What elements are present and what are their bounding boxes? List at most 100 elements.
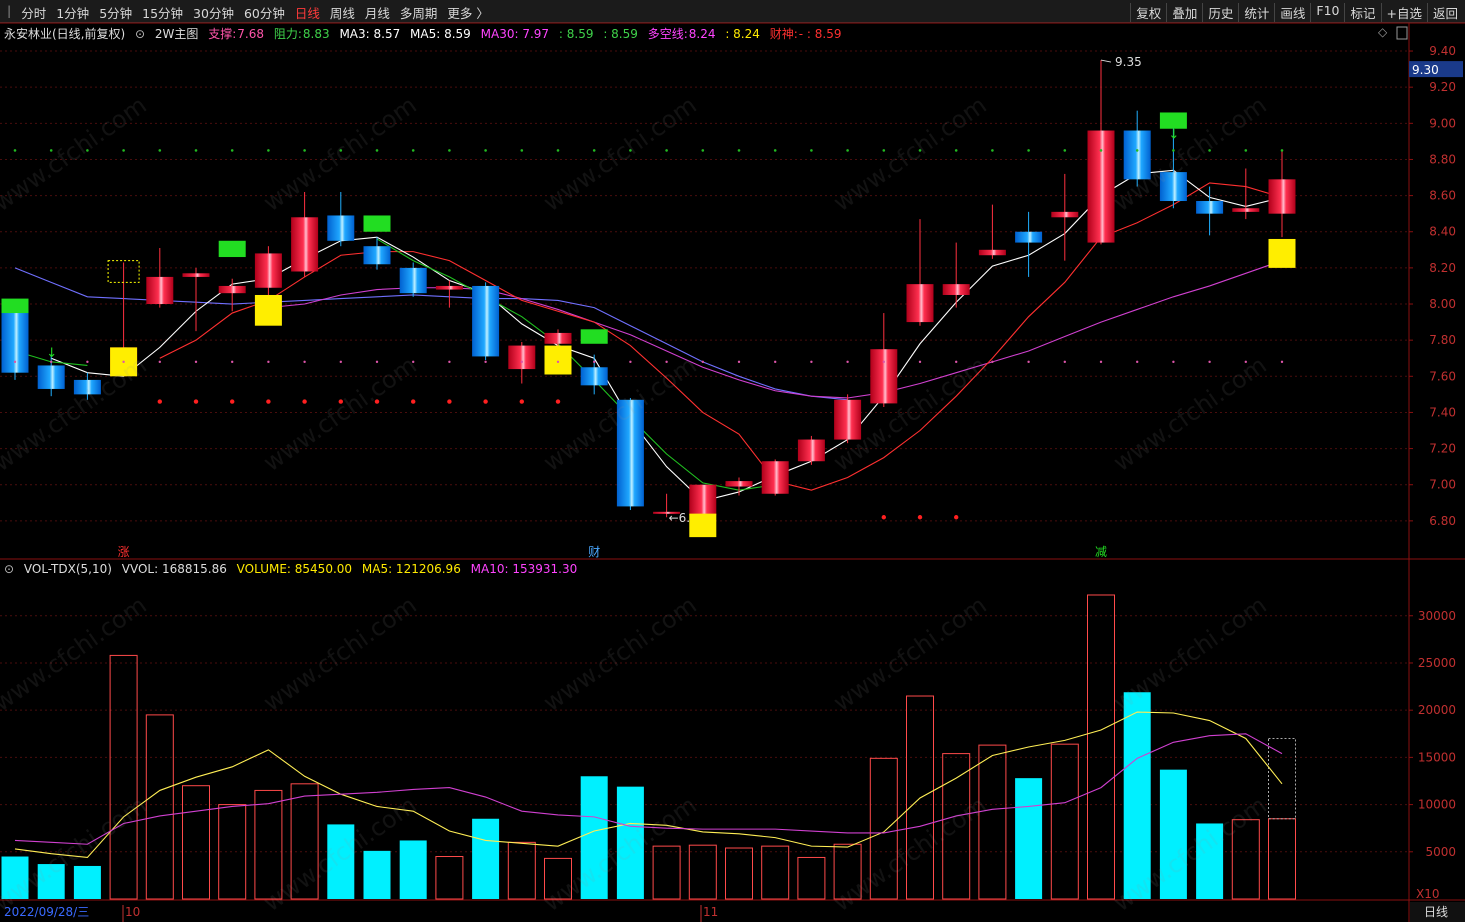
- period-tab-6[interactable]: 日线: [290, 3, 325, 22]
- period-tab-4[interactable]: 30分钟: [188, 3, 239, 22]
- vol-ma10-line: [14, 733, 1283, 845]
- candle-body: [1123, 130, 1151, 180]
- period-tab-2[interactable]: 5分钟: [94, 3, 137, 22]
- period-tab-0[interactable]: 分时: [16, 3, 51, 22]
- dot-red: [338, 399, 343, 404]
- dot-pink: [13, 360, 17, 364]
- period-tab-8[interactable]: 月线: [360, 3, 395, 22]
- volume-bar: [73, 865, 101, 899]
- stock-name[interactable]: 永安林业(日线,前复权): [4, 27, 125, 41]
- event-marker: 涨: [118, 544, 130, 559]
- tool-button-5[interactable]: F10: [1310, 3, 1344, 22]
- period-tab-1[interactable]: 1分钟: [51, 3, 94, 22]
- tool-buttons: 复权 叠加 历史 统计 画线 F10 标记 +自选 返回: [1130, 3, 1463, 22]
- tool-button-1[interactable]: 叠加: [1166, 3, 1202, 22]
- event-marker: 减: [1095, 545, 1107, 559]
- signal-box-yellow: [689, 513, 717, 538]
- dot-pink: [918, 360, 922, 364]
- price-tick-label: 9.20: [1429, 80, 1456, 94]
- dot-pink: [194, 360, 198, 364]
- volume-bar: [1, 856, 29, 899]
- dot-pink: [303, 360, 306, 364]
- dot-red: [881, 515, 886, 520]
- kline-chart[interactable]: 6.80 7.00 7.20 7.40 7.60 7.80 8.00 8.20 8.40 8.60…: [0, 0, 1465, 922]
- vol-indicator-name[interactable]: VOL-TDX(5,10): [24, 562, 112, 576]
- candle-body: [1232, 208, 1260, 212]
- main-legend: 永安林业(日线,前复权) ⊙ 2W主图 支撑:7.68 阻力:8.83 MA3:…: [4, 25, 848, 41]
- dot-pink: [1172, 360, 1175, 364]
- volume-bar: [833, 843, 862, 900]
- volume-bar: [1050, 743, 1079, 900]
- dot-green: [86, 149, 89, 152]
- line-value-1: : 8.59: [558, 27, 594, 41]
- volume-bar: [580, 776, 608, 899]
- dot-green: [810, 149, 813, 152]
- candle-body: [182, 273, 210, 277]
- dot-green: [954, 149, 958, 152]
- volume-bar: [761, 845, 790, 900]
- tool-button-0[interactable]: 复权: [1130, 3, 1166, 22]
- watermark-text: www.cfchi.com: [828, 350, 992, 478]
- tool-button-8[interactable]: 返回: [1426, 3, 1463, 22]
- dot-green: [737, 149, 741, 152]
- grid-layer: [0, 50, 1408, 853]
- dot-pink: [810, 360, 813, 364]
- scroll-icon: [1396, 26, 1408, 40]
- candle-body: [906, 284, 934, 323]
- dot-red: [411, 399, 416, 404]
- period-tab-10[interactable]: 更多 〉: [442, 3, 493, 22]
- candle-body: [797, 439, 825, 462]
- month-label: 11: [703, 905, 718, 919]
- dot-green: [1063, 149, 1067, 152]
- arrow-down-icon: ↓: [1168, 127, 1179, 142]
- watermark-text: www.cfchi.com: [258, 350, 422, 478]
- period-label: 日线: [1424, 905, 1448, 919]
- volume-bar: [37, 864, 65, 899]
- resist-label: 阻力:: [273, 27, 302, 41]
- period-tab-9[interactable]: 多周期: [395, 3, 443, 22]
- period-tab-7[interactable]: 周线: [325, 3, 360, 22]
- high-price-pointer: [1100, 59, 1112, 63]
- signal-box-yellow: [1268, 238, 1296, 268]
- period-tab-3[interactable]: 15分钟: [137, 3, 188, 22]
- settings-icon[interactable]: ⊙: [135, 27, 145, 41]
- dot-green: [1027, 149, 1030, 152]
- watermark-text: www.cfchi.com: [0, 350, 152, 478]
- volume-bar: [544, 857, 572, 900]
- volume-tick-label: 15000: [1418, 750, 1456, 764]
- dot-green: [520, 149, 524, 152]
- diamond-icon: ◇: [1378, 25, 1388, 39]
- candle-body: [399, 267, 427, 294]
- price-tick-label: 7.00: [1429, 478, 1456, 492]
- signal-box-yellow: [544, 345, 572, 375]
- dot-red: [266, 399, 271, 404]
- watermark-text: www.cfchi.com: [258, 90, 422, 218]
- tool-button-3[interactable]: 统计: [1238, 3, 1274, 22]
- watermark-text: www.cfchi.com: [258, 790, 422, 918]
- volume-bar: [1268, 818, 1296, 900]
- price-tick-label: 8.60: [1429, 189, 1456, 203]
- vol-ma5-value: MA5: 121206.96: [361, 562, 461, 576]
- dot-green: [592, 149, 596, 152]
- signal-box-yellow: [254, 294, 282, 326]
- tool-button-7[interactable]: +自选: [1380, 3, 1427, 22]
- ma-green-line: [14, 350, 88, 367]
- watermark-text: www.cfchi.com: [828, 590, 992, 718]
- volume-bar: [363, 850, 391, 899]
- dot-pink: [1027, 360, 1030, 364]
- tool-button-2[interactable]: 历史: [1202, 3, 1238, 22]
- dot-pink: [737, 360, 741, 364]
- dot-red: [555, 399, 561, 404]
- period-tab-5[interactable]: 60分钟: [239, 3, 290, 22]
- settings-icon[interactable]: ⊙: [4, 562, 14, 576]
- dot-green: [49, 149, 53, 152]
- tool-button-6[interactable]: 标记: [1344, 3, 1380, 22]
- dot-red: [157, 399, 162, 404]
- indicator-name[interactable]: 2W主图: [155, 27, 199, 41]
- ma-white-line: [50, 169, 1283, 502]
- volume-bar: [254, 789, 283, 900]
- tool-button-4[interactable]: 画线: [1274, 3, 1310, 22]
- candle-body: [435, 285, 463, 290]
- candle-body: [544, 332, 572, 344]
- dot-green: [846, 149, 849, 152]
